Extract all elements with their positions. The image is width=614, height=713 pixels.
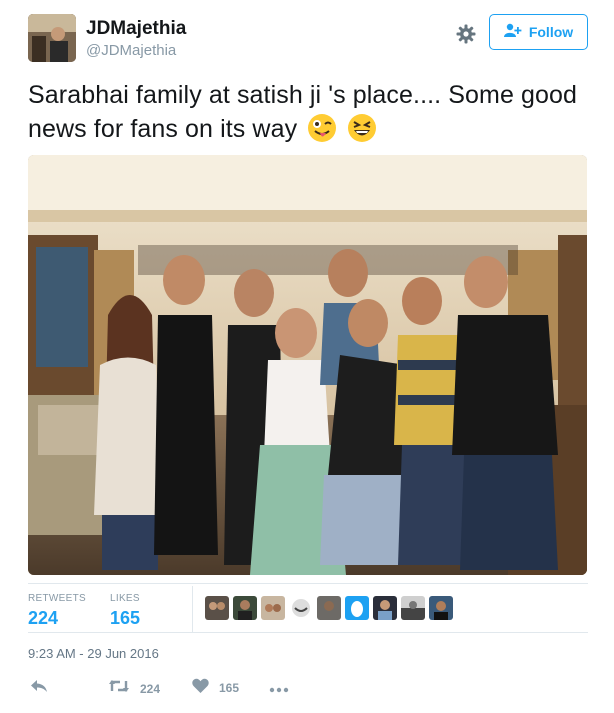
- winking-face-with-tongue-emoji: [307, 113, 337, 143]
- tweet-timestamp[interactable]: 9:23 AM - 29 Jun 2016: [28, 646, 159, 661]
- author-handle[interactable]: @JDMajethia: [86, 42, 176, 59]
- retweets-label: RETWEETS: [28, 593, 86, 604]
- liker-avatar[interactable]: [261, 596, 285, 620]
- retweet-button[interactable]: 224: [108, 678, 160, 699]
- tweet-text: Sarabhai family at satish ji 's place...…: [28, 78, 588, 146]
- retweets-count: 224: [28, 608, 59, 628]
- reply-button[interactable]: [30, 678, 48, 699]
- likers-avatars: [205, 596, 453, 620]
- liker-avatar[interactable]: [429, 596, 453, 620]
- liker-avatar[interactable]: [345, 596, 369, 620]
- grinning-squinting-face-emoji: [347, 113, 377, 143]
- liker-avatar[interactable]: [233, 596, 257, 620]
- follow-button-label: Follow: [528, 24, 574, 40]
- liker-avatar[interactable]: [401, 596, 425, 620]
- liker-avatar[interactable]: [289, 596, 313, 620]
- follow-button[interactable]: Follow: [489, 14, 588, 50]
- tweet-photo[interactable]: [28, 155, 587, 575]
- author-display-name[interactable]: JDMajethia: [86, 18, 186, 40]
- tweet-body: Sarabhai family at satish ji 's place...…: [28, 81, 578, 143]
- likes-count: 165: [110, 608, 141, 628]
- likes-label: LIKES: [110, 593, 140, 604]
- tweet-actions: 224 165: [28, 678, 588, 698]
- reply-icon: [30, 678, 48, 699]
- gear-icon[interactable]: [454, 22, 478, 46]
- heart-icon: [192, 678, 209, 698]
- author-avatar[interactable]: [28, 14, 76, 62]
- follow-user-icon: [503, 23, 522, 42]
- like-count: 165: [219, 681, 240, 695]
- tweet-header: JDMajethia @JDMajethia Follow: [28, 14, 588, 64]
- retweets-stat[interactable]: RETWEETS 224: [28, 593, 86, 629]
- retweet-count: 224: [140, 681, 161, 696]
- more-button[interactable]: [269, 680, 289, 698]
- liker-avatar[interactable]: [373, 596, 397, 620]
- likes-stat[interactable]: LIKES 165: [110, 593, 140, 629]
- retweet-icon: [108, 678, 130, 699]
- liker-avatar[interactable]: [205, 596, 229, 620]
- liker-avatar[interactable]: [317, 596, 341, 620]
- stats-divider: [192, 586, 193, 632]
- like-button[interactable]: 165: [192, 678, 239, 698]
- more-dots-icon: [269, 680, 289, 698]
- stats-top-divider: [28, 583, 588, 584]
- stats-bottom-divider: [28, 632, 588, 633]
